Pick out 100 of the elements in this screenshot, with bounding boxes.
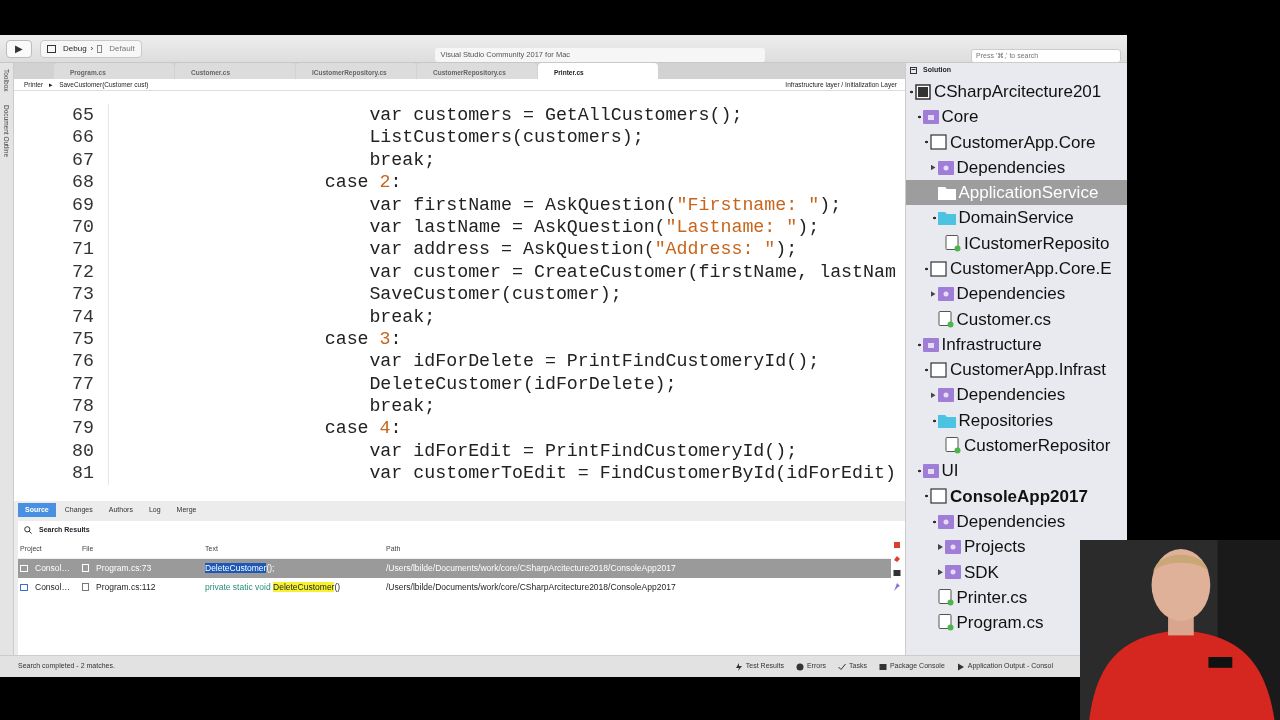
code-line: case 3: (323, 327, 402, 351)
tree-item[interactable]: CustomerApp.Core.E (906, 256, 1114, 282)
project-icon (20, 564, 28, 572)
project-icon (20, 583, 28, 591)
tree-item[interactable]: Core (906, 104, 981, 130)
folder-icon (937, 514, 954, 529)
tree-item[interactable]: Repositories (906, 407, 1055, 434)
code-line: case 2: (323, 171, 402, 194)
code-line: var customer = CreateCustomer(firstName, lastNam (368, 260, 896, 284)
folder-icon (937, 287, 954, 301)
tree-item[interactable]: Customer.cs (906, 306, 1053, 332)
solution-icon (910, 66, 917, 74)
target-label[interactable]: Default (109, 42, 135, 55)
code-file-icon (945, 234, 961, 252)
play-icon (956, 662, 965, 671)
tree-item[interactable]: Infrastructure (906, 331, 1044, 358)
folder-icon (922, 109, 939, 124)
folder-icon (937, 211, 956, 226)
tree-item[interactable]: Projects (906, 534, 1028, 560)
code-line: break; (368, 148, 436, 172)
terminal-icon (878, 662, 887, 671)
code-line: break; (368, 395, 436, 418)
tree-item[interactable]: CustomerApp.Infrast (906, 357, 1108, 383)
project-icon (930, 134, 947, 151)
folder-icon (937, 388, 954, 403)
line-number: 67 (71, 148, 94, 172)
table-cell: DeleteCustomer(); (203, 559, 384, 578)
code-line: DeleteCustomer(idForDelete); (368, 372, 677, 396)
tree-item[interactable]: Dependencies (906, 509, 1068, 535)
stop-icon[interactable] (892, 541, 901, 549)
folder-icon (945, 565, 961, 580)
pin-icon[interactable] (892, 583, 901, 591)
tree-item[interactable]: CustomerRepositor (906, 433, 1113, 459)
code-line: var customerToEdit = FindCustomerById(idForEdit) (368, 462, 896, 485)
line-number: 71 (71, 238, 94, 261)
file-icon (82, 583, 89, 592)
code-line: var customers = GetAllCustomers(); (368, 104, 743, 127)
separator-glyph: › (90, 42, 94, 55)
line-number: 81 (71, 462, 94, 485)
code-line: case 4: (323, 417, 402, 440)
solution-icon (915, 83, 931, 100)
table-cell: Consol… (35, 580, 70, 594)
line-number: 76 (71, 350, 94, 373)
table-cell: /Users/lbilde/Documents/work/core/CSharpArcitecture2018/ConsoleApp2017 (384, 559, 891, 578)
line-number: 68 (71, 171, 94, 194)
line-number: 74 (71, 305, 94, 328)
table-cell-text: /Users/lbilde/Documents/work/core/CSharpArcitecture2018/ConsoleApp2017 (385, 580, 677, 594)
tree-item[interactable]: ICustomerReposito (906, 230, 1112, 257)
device-icon (97, 44, 103, 53)
line-number: 66 (71, 126, 94, 149)
lightning-icon (734, 662, 743, 671)
line-number: 75 (71, 327, 94, 351)
code-file-icon (937, 614, 954, 632)
line-number: 80 (71, 439, 94, 463)
eraser-icon[interactable] (892, 555, 901, 563)
table-cell-text: private static void DeleteCustomer() (204, 580, 342, 594)
table-cell: Program.cs:73 (96, 562, 152, 575)
project-icon (930, 361, 947, 378)
folder-icon (937, 185, 956, 200)
tree-item[interactable]: Printer.cs (906, 584, 1030, 611)
line-number: 79 (71, 417, 94, 440)
tree-item[interactable]: ConsoleApp2017 (906, 483, 1090, 510)
check-icon (838, 662, 846, 671)
code-line: var idForDelete = PrintFindCustomeryId(); (368, 350, 820, 373)
run-button[interactable]: ▶ (6, 39, 32, 58)
tree-item[interactable]: Dependencies (906, 281, 1068, 307)
window-icon (47, 44, 56, 53)
error-icon (795, 662, 804, 671)
line-number: 69 (71, 193, 94, 216)
tree-item[interactable]: CustomerApp.Core (906, 129, 1098, 155)
line-number: 73 (71, 283, 94, 306)
folder-icon (922, 464, 939, 479)
tree-item[interactable]: CSharpArcitecture201 (906, 79, 1104, 105)
code-line: var address = AskQuestion("Address: "); (368, 238, 798, 261)
line-number: 65 (71, 104, 94, 127)
tree-item[interactable]: DomainService (906, 205, 1076, 231)
code-line: SaveCustomer(customer); (368, 283, 622, 306)
folder-icon (937, 413, 956, 428)
folder-icon (922, 337, 939, 352)
search-icon (24, 526, 32, 535)
tree-item[interactable]: Program.cs (906, 610, 1046, 636)
line-number: 78 (71, 395, 94, 418)
tree-item[interactable]: UI (906, 458, 961, 484)
code-file-icon (945, 437, 961, 455)
tree-item[interactable]: SDK (906, 559, 1001, 585)
code-file-icon (937, 310, 954, 328)
line-number: 72 (71, 260, 94, 284)
code-file-icon (937, 589, 954, 607)
line-number: 70 (71, 215, 94, 239)
tree-item[interactable]: Dependencies (906, 382, 1068, 408)
configuration-label[interactable]: Debug (63, 42, 87, 55)
code-line: break; (368, 305, 436, 328)
terminal-icon[interactable] (892, 569, 901, 577)
file-icon (82, 564, 89, 573)
code-line: var idForEdit = PrintFindCustomeryId(); (368, 439, 798, 463)
tree-item[interactable]: Dependencies (906, 154, 1068, 181)
table-cell: Consol… (35, 562, 70, 575)
code-line: var lastName = AskQuestion("Lastname: "); (368, 215, 820, 239)
table-cell: Program.cs:112 (96, 580, 156, 594)
folder-icon (945, 540, 961, 554)
